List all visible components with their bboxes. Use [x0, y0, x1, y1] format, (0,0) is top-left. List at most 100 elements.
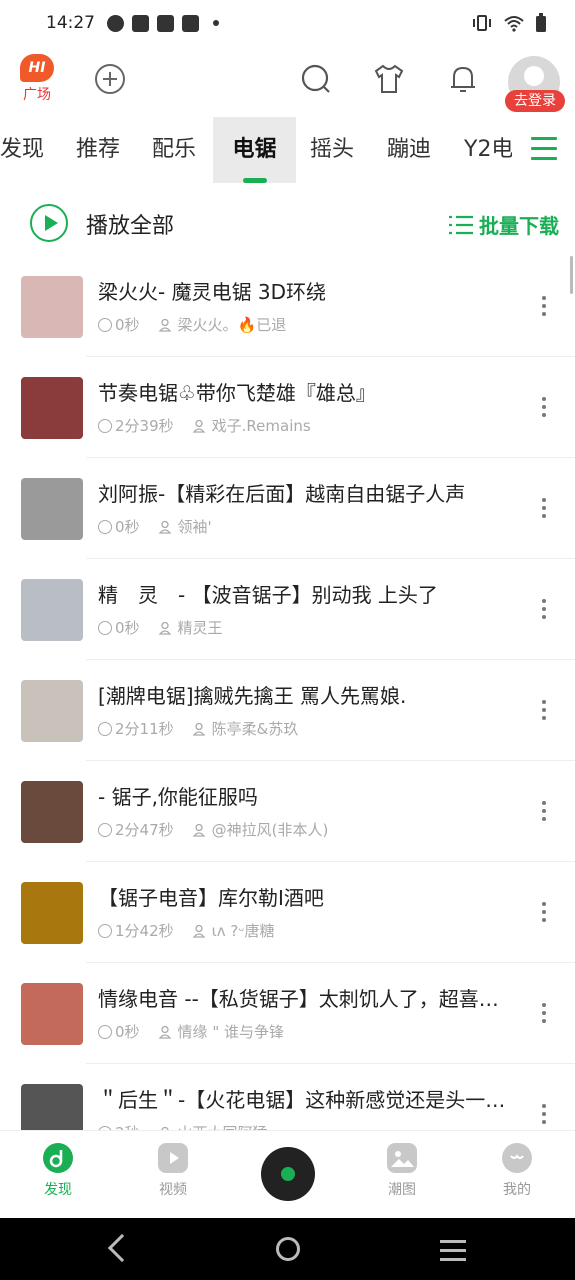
- more-options-icon[interactable]: [541, 1104, 547, 1128]
- user-icon: [158, 621, 171, 635]
- song-cover[interactable]: [21, 579, 83, 641]
- more-options-icon[interactable]: [541, 397, 547, 421]
- login-button[interactable]: 去登录: [505, 90, 565, 112]
- song-list: 梁火火- 魔灵电锯 3D环绕 0秒 梁火火。🔥已退节奏电锯♧带你飞楚雄『雄总』 2分3…: [0, 256, 575, 1130]
- more-options-icon[interactable]: [541, 599, 547, 623]
- user-icon: [158, 520, 171, 534]
- now-playing-disc[interactable]: [261, 1147, 315, 1201]
- more-options-icon[interactable]: [541, 801, 547, 825]
- notification-icon: [182, 14, 199, 32]
- song-meta: 0秒 精灵王: [98, 617, 223, 638]
- song-author: 戏子.Remains: [211, 417, 311, 435]
- song-title: [潮牌电锯]擒贼先擒王 罵人先罵娘.: [98, 684, 407, 708]
- song-cover[interactable]: [21, 1084, 83, 1130]
- song-row[interactable]: [潮牌电锯]擒贼先擒王 罵人先罵娘. 2分11秒 陈亭柔&苏玖: [0, 660, 575, 761]
- tab-chainsaw[interactable]: 电锯: [213, 117, 296, 183]
- tab-headshake[interactable]: 摇头: [310, 117, 354, 183]
- song-cover[interactable]: [21, 983, 83, 1045]
- song-row[interactable]: 精 灵 - 【波音锯子】别动我 上头了 0秒 精灵王: [0, 559, 575, 660]
- play-all-label[interactable]: 播放全部: [86, 208, 174, 240]
- skin-shirt-icon[interactable]: [372, 62, 406, 96]
- nav-video-label: 视频: [159, 1182, 187, 1198]
- song-title: ＂后生＂-【火花电锯】这种新感觉还是头一次听到: [98, 1088, 508, 1112]
- tab-disco[interactable]: 蹦迪: [387, 117, 431, 183]
- play-all-bar: 播放全部 批量下载: [0, 200, 575, 248]
- song-cover[interactable]: [21, 377, 83, 439]
- song-author: 精灵王: [177, 619, 223, 637]
- song-row[interactable]: 梁火火- 魔灵电锯 3D环绕 0秒 梁火火。🔥已退: [0, 256, 575, 357]
- play-all-icon[interactable]: [30, 204, 68, 242]
- tab-y2[interactable]: Y2电: [464, 117, 512, 183]
- plaza-button[interactable]: HI 广场: [16, 54, 58, 104]
- list-icon: [449, 215, 473, 234]
- clock-icon: [98, 923, 112, 938]
- song-row[interactable]: 刘阿振-【精彩在后面】越南自由锯子人声 0秒 领袖': [0, 458, 575, 559]
- song-duration: 2秒: [115, 1122, 140, 1130]
- more-options-icon[interactable]: [541, 498, 547, 522]
- recents-icon[interactable]: [440, 1240, 466, 1267]
- song-author: @神拉风(非本人): [211, 821, 329, 839]
- song-duration: 0秒: [115, 619, 140, 637]
- nav-discover[interactable]: 发现: [18, 1143, 98, 1199]
- batch-download-button[interactable]: 批量下载: [449, 210, 559, 239]
- nav-me[interactable]: 我的: [477, 1143, 557, 1199]
- user-icon: [158, 1025, 171, 1039]
- image-icon: [387, 1143, 417, 1173]
- song-row[interactable]: ＂后生＂-【火花电锯】这种新感觉还是头一次听到 2秒 山西大同阿猛: [0, 1064, 575, 1130]
- notification-icon: [157, 14, 174, 32]
- user-icon: [192, 924, 206, 938]
- nav-video[interactable]: 视频: [133, 1143, 213, 1199]
- song-title: 情缘电音 --【私货锯子】太刺饥人了，超喜欢这个锯子: [98, 987, 508, 1011]
- song-cover[interactable]: [21, 680, 83, 742]
- song-cover[interactable]: [21, 882, 83, 944]
- user-icon: [192, 722, 206, 736]
- more-options-icon[interactable]: [541, 296, 547, 320]
- status-bar: 14:27: [0, 0, 575, 46]
- tabs-menu-icon[interactable]: [531, 137, 557, 161]
- more-notifications-icon: [213, 20, 219, 26]
- song-row[interactable]: 【锯子电音】库尔勒I酒吧 1分42秒 ιᴧ ?ᵕ唐糖: [0, 862, 575, 963]
- song-row[interactable]: - 锯子,你能征服吗 2分47秒 @神拉风(非本人): [0, 761, 575, 862]
- clock-icon: [98, 418, 112, 433]
- home-icon[interactable]: [276, 1237, 300, 1261]
- song-cover[interactable]: [21, 478, 83, 540]
- song-title: 精 灵 - 【波音锯子】别动我 上头了: [98, 583, 438, 607]
- notification-icon: [107, 14, 124, 32]
- more-options-icon[interactable]: [541, 700, 547, 724]
- bell-icon[interactable]: [446, 62, 480, 96]
- add-icon[interactable]: [93, 62, 127, 96]
- clock-icon: [98, 1024, 112, 1039]
- battery-icon: [536, 13, 546, 32]
- vibrate-icon: [473, 15, 491, 31]
- song-row[interactable]: 情缘电音 --【私货锯子】太刺饥人了，超喜欢这个锯子 0秒 情缘 " 谁与争锋: [0, 963, 575, 1064]
- search-icon[interactable]: [299, 62, 333, 96]
- more-options-icon[interactable]: [541, 902, 547, 926]
- song-title: 节奏电锯♧带你飞楚雄『雄总』: [98, 381, 376, 405]
- song-title: 刘阿振-【精彩在后面】越南自由锯子人声: [98, 482, 466, 506]
- song-row[interactable]: 节奏电锯♧带你飞楚雄『雄总』 2分39秒 戏子.Remains: [0, 357, 575, 458]
- song-duration: 2分11秒: [115, 720, 174, 738]
- song-author: 情缘 " 谁与争锋: [177, 1023, 284, 1041]
- song-meta: 2分47秒 @神拉风(非本人): [98, 819, 328, 840]
- song-meta: 0秒 领袖': [98, 516, 212, 537]
- song-cover[interactable]: [21, 276, 83, 338]
- back-icon[interactable]: [107, 1233, 137, 1263]
- tab-discover[interactable]: 发现: [0, 117, 44, 183]
- user-icon: [192, 419, 206, 433]
- song-duration: 0秒: [115, 518, 140, 536]
- video-icon: [158, 1143, 188, 1173]
- song-meta: 2秒 山西大同阿猛: [98, 1122, 268, 1130]
- song-cover[interactable]: [21, 781, 83, 843]
- tab-recommend[interactable]: 推荐: [76, 117, 120, 183]
- nav-trend-pics[interactable]: 潮图: [362, 1143, 442, 1199]
- wifi-icon: [504, 16, 524, 32]
- song-meta: 1分42秒 ιᴧ ?ᵕ唐糖: [98, 920, 275, 941]
- more-options-icon[interactable]: [541, 1003, 547, 1027]
- notification-icon: [132, 14, 149, 32]
- batch-download-label: 批量下载: [479, 214, 559, 238]
- song-duration: 0秒: [115, 316, 140, 334]
- song-meta: 0秒 梁火火。🔥已退: [98, 314, 286, 335]
- song-duration: 2分39秒: [115, 417, 174, 435]
- tab-soundtrack[interactable]: 配乐: [152, 117, 196, 183]
- song-duration: 2分47秒: [115, 821, 174, 839]
